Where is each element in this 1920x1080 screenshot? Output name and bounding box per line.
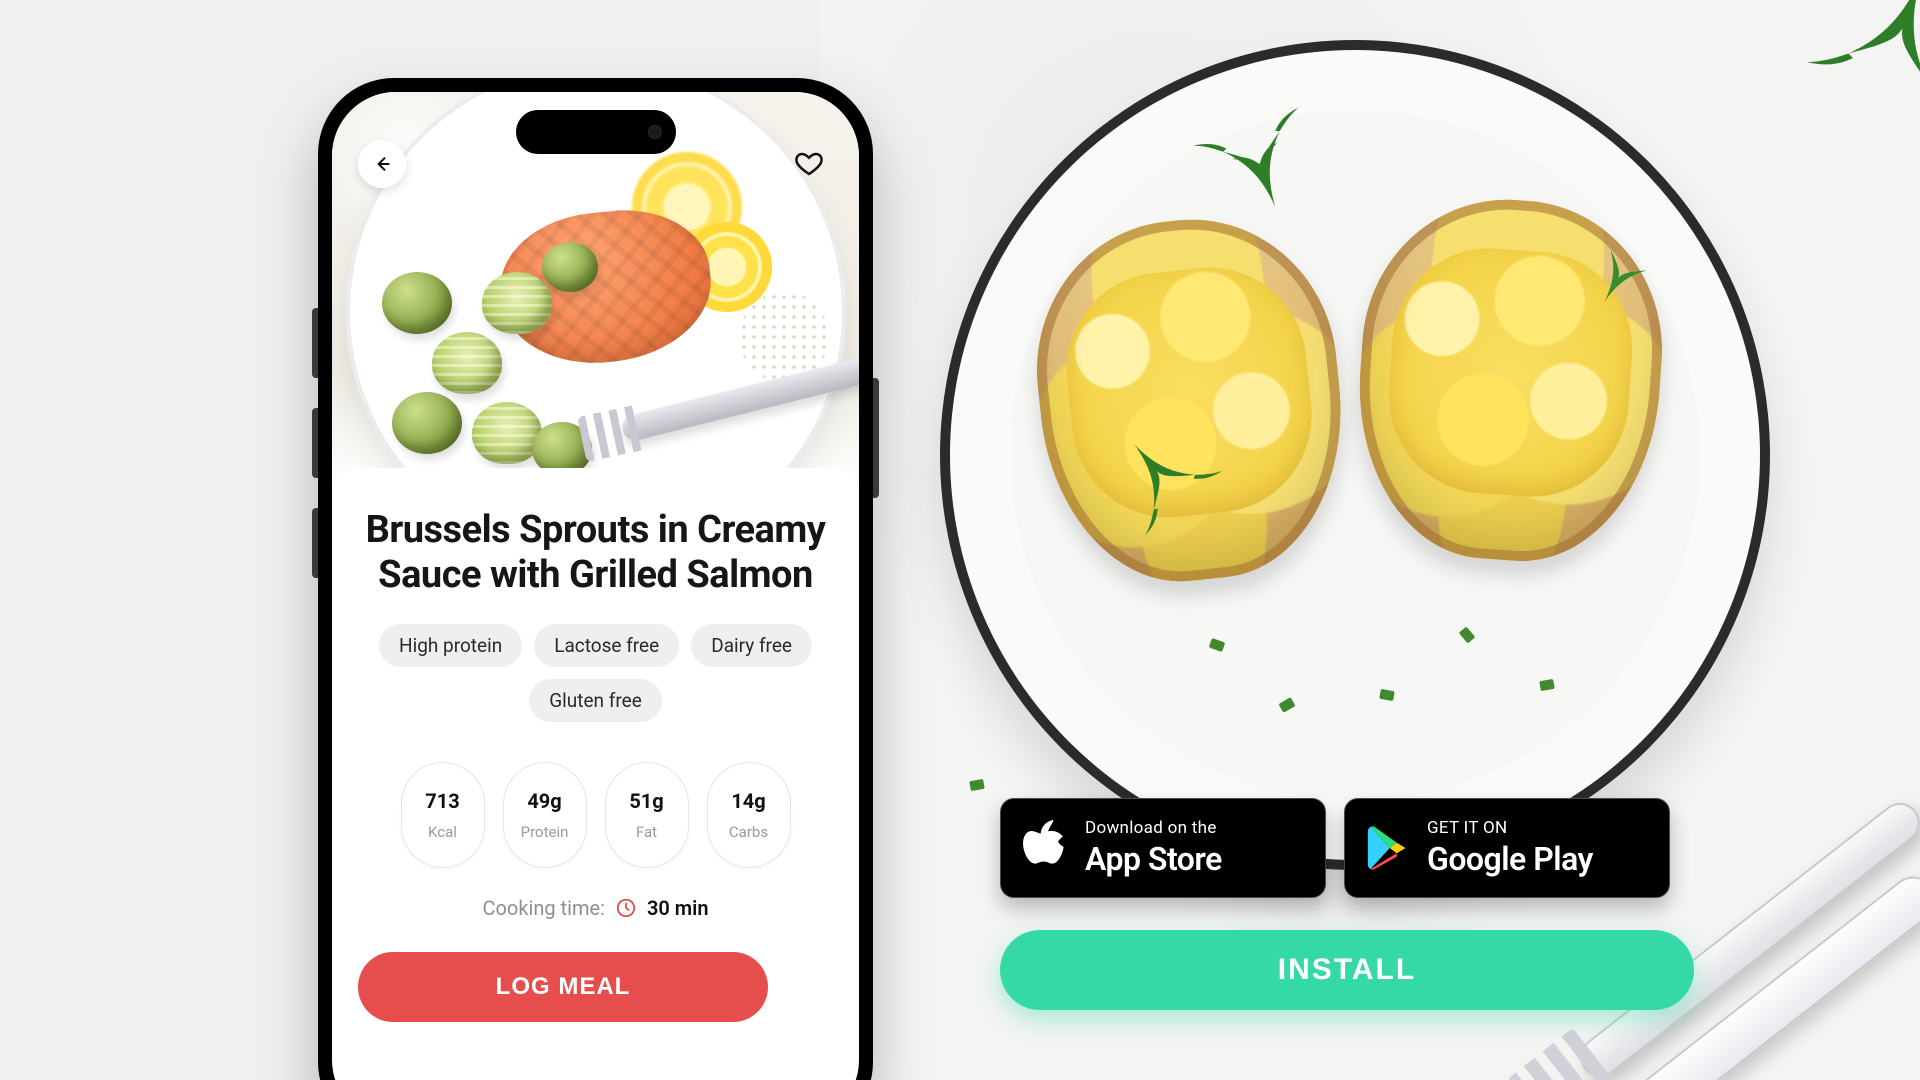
app-store-badge[interactable]: Download on the App Store bbox=[1000, 798, 1326, 898]
phone-screen: Brussels Sprouts in Creamy Sauce with Gr… bbox=[332, 92, 859, 1080]
cooking-time-value: 30 min bbox=[647, 896, 709, 920]
recipe-title: Brussels Sprouts in Creamy Sauce with Gr… bbox=[358, 508, 833, 598]
brussels-sprout bbox=[472, 402, 542, 464]
google-play-big-text: Google Play bbox=[1427, 840, 1593, 878]
brussels-sprout bbox=[382, 272, 452, 334]
nutri-fat: 51g Fat bbox=[605, 762, 689, 868]
nutrition-row: 713 Kcal 49g Protein 51g Fat 14g Carbs bbox=[358, 762, 833, 868]
nutri-value: 49g bbox=[527, 789, 561, 813]
install-button[interactable]: INSTALL bbox=[1000, 930, 1694, 1010]
nutri-kcal: 713 Kcal bbox=[401, 762, 485, 868]
parsley-corner-icon bbox=[1800, 0, 1920, 123]
nutri-label: Fat bbox=[636, 823, 657, 841]
cooking-time-label: Cooking time: bbox=[482, 896, 604, 920]
tag-dairy-free: Dairy free bbox=[691, 624, 812, 667]
nutri-value: 51g bbox=[629, 789, 663, 813]
dynamic-island bbox=[516, 110, 676, 154]
brussels-sprout bbox=[392, 392, 462, 454]
heart-icon bbox=[794, 149, 824, 179]
log-meal-button[interactable]: LOG MEAL bbox=[358, 952, 768, 1022]
herb-sprinkle bbox=[969, 779, 985, 791]
google-play-small-text: GET IT ON bbox=[1427, 818, 1593, 838]
nutri-carbs: 14g Carbs bbox=[707, 762, 791, 868]
favorite-button[interactable] bbox=[785, 140, 833, 188]
app-store-big-text: App Store bbox=[1085, 840, 1222, 878]
nutri-label: Protein bbox=[521, 823, 569, 841]
recipe-card: Brussels Sprouts in Creamy Sauce with Gr… bbox=[332, 468, 859, 1062]
app-store-small-text: Download on the bbox=[1085, 818, 1222, 838]
nutri-label: Carbs bbox=[729, 823, 768, 841]
tag-high-protein: High protein bbox=[379, 624, 522, 667]
google-play-logo-icon bbox=[1367, 825, 1409, 871]
clock-icon bbox=[615, 897, 637, 919]
tag-lactose-free: Lactose free bbox=[534, 624, 679, 667]
nutri-value: 14g bbox=[731, 789, 765, 813]
brussels-sprout bbox=[482, 272, 552, 334]
phone-frame: Brussels Sprouts in Creamy Sauce with Gr… bbox=[318, 78, 873, 1080]
back-button[interactable] bbox=[358, 140, 406, 188]
brussels-sprout bbox=[432, 332, 502, 394]
tag-gluten-free: Gluten free bbox=[529, 679, 662, 722]
nutri-value: 713 bbox=[425, 789, 459, 813]
brussels-sprout bbox=[542, 242, 598, 292]
recipe-tags: High protein Lactose free Dairy free Glu… bbox=[358, 624, 833, 722]
hero-food-photo bbox=[820, 0, 1920, 1080]
apple-logo-icon bbox=[1023, 820, 1067, 876]
google-play-badge[interactable]: GET IT ON Google Play bbox=[1344, 798, 1670, 898]
arrow-left-icon bbox=[372, 154, 392, 174]
nutri-protein: 49g Protein bbox=[503, 762, 587, 868]
store-badges: Download on the App Store GET IT ON Goog… bbox=[1000, 798, 1670, 898]
nutri-label: Kcal bbox=[428, 823, 457, 841]
cooking-time-row: Cooking time: 30 min bbox=[358, 896, 833, 920]
